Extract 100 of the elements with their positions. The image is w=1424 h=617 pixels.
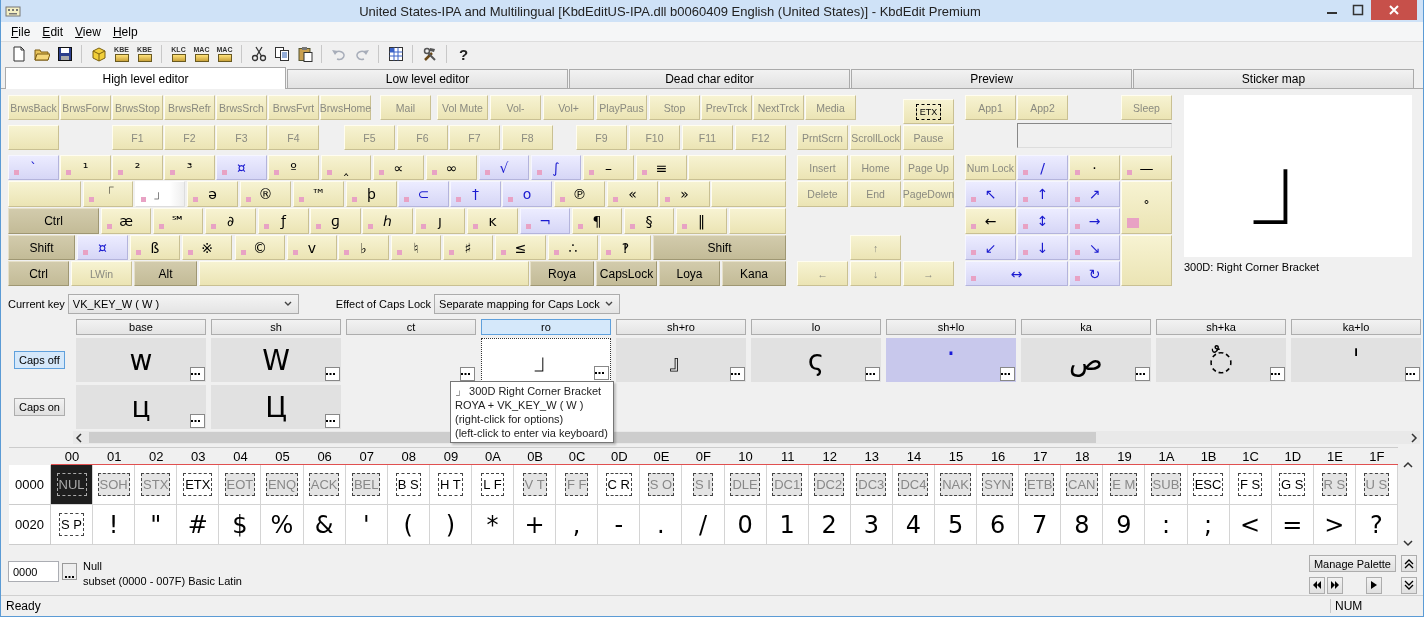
key[interactable]: → [1069,208,1120,234]
modifier-key[interactable]: Alt [134,261,197,286]
char-cell[interactable]: 8 [1061,505,1104,545]
key[interactable]: ※ [182,235,232,260]
char-cell[interactable]: + [514,505,557,545]
key[interactable]: 」 [135,181,185,207]
modifier-key[interactable]: Loya [659,261,720,286]
key[interactable]: / [1017,155,1068,180]
key[interactable]: ¤ [216,155,267,180]
key[interactable]: ↻ [1069,261,1120,286]
char-cell[interactable]: 7 [1019,505,1062,545]
key[interactable]: ETX [903,99,954,124]
key[interactable]: ♯ [443,235,493,260]
key[interactable]: — [1121,155,1172,180]
key[interactable]: ¶ [572,208,622,234]
key[interactable]: – [583,155,634,180]
modifier-key[interactable]: Kana [722,261,786,286]
key[interactable]: o [502,181,552,207]
key[interactable]: √ [479,155,529,180]
mapping-cell[interactable]: ص [1021,338,1151,382]
key[interactable]: ĸ [467,208,518,234]
mapping-cell[interactable]: ς [751,338,881,382]
key[interactable]: æ [101,208,151,234]
char-cell[interactable]: C R [598,465,641,505]
column-header[interactable]: ro [481,319,611,335]
key[interactable]: ˚ [1121,181,1172,234]
key[interactable]: § [624,208,674,234]
char-cell[interactable]: ! [93,505,136,545]
key[interactable]: ∫ [531,155,581,180]
char-cell[interactable]: 6 [977,505,1020,545]
key[interactable]: ♮ [391,235,441,260]
char-cell[interactable]: 1 [766,505,809,545]
char-cell[interactable]: , [556,505,599,545]
tab[interactable]: Low level editor [287,69,568,88]
key[interactable]: ∂ [205,208,256,234]
key[interactable]: ∝ [373,155,424,180]
char-cell[interactable]: 4 [892,505,935,545]
input-field[interactable]: 0000 [8,561,59,582]
tab[interactable]: Sticker map [1133,69,1414,88]
menu-item[interactable]: Edit [36,24,70,39]
char-cell[interactable]: 0 [724,505,767,545]
key[interactable]: ¹ [60,155,111,180]
tab[interactable]: High level editor [5,67,286,89]
key[interactable]: ȷ [415,208,465,234]
char-cell[interactable]: ; [1187,505,1230,545]
column-header[interactable]: ct [346,319,476,335]
char-cell[interactable]: 9 [1103,505,1146,545]
key[interactable]: ↕ [1017,208,1068,234]
manage-palette-button[interactable]: Manage Palette [1308,555,1396,572]
mapping-cell[interactable]: ˈ [1291,338,1421,382]
char-cell[interactable]: L F [471,465,515,505]
column-header[interactable]: sh [211,319,341,335]
key[interactable]: ‸ [321,155,371,180]
modifier-key[interactable]: Shift [653,235,786,260]
modifier-key[interactable]: CapsLock [596,261,657,286]
mapping-cell[interactable]: 」 [481,338,611,382]
modifier-key[interactable]: Shift [8,235,75,260]
key[interactable]: ↙ [965,235,1016,260]
key[interactable]: ƒ [258,208,309,234]
key[interactable]: ‽ [600,235,651,260]
key[interactable]: © [235,235,285,260]
dropdown[interactable]: Separate mapping for Caps Lock [434,294,621,314]
key[interactable]: · [1069,155,1120,180]
menu-item[interactable]: Help [106,24,144,39]
key[interactable]: ↖ [965,181,1016,207]
key[interactable]: ™ [293,181,344,207]
key[interactable]: ℗ [554,181,605,207]
char-cell[interactable]: # [177,505,220,545]
char-cell[interactable]: ESC [1187,465,1230,505]
tab[interactable]: Dead char editor [569,69,850,88]
key[interactable]: ℠ [153,208,203,234]
char-cell[interactable]: . [640,505,683,545]
char-cell[interactable]: & [303,505,346,545]
key[interactable]: ↔ [965,261,1068,286]
char-cell[interactable]: ( [387,505,430,545]
mapping-cell[interactable]: w [76,338,206,382]
char-cell[interactable]: = [1271,505,1314,545]
column-header[interactable]: ka [1021,319,1151,335]
column-header[interactable]: sh+ro [616,319,746,335]
key[interactable]: ` [8,155,59,180]
char-cell[interactable]: B S [387,465,430,505]
key[interactable]: ¤ [77,235,128,260]
column-header[interactable]: base [76,319,206,335]
char-cell[interactable]: ? [1355,505,1398,545]
key[interactable]: ∞ [426,155,477,180]
char-cell[interactable]: : [1145,505,1188,545]
mapping-cell[interactable]: Ц [211,385,341,429]
char-cell[interactable]: H T [429,465,472,505]
char-cell[interactable]: < [1229,505,1272,545]
key[interactable]: ← [965,208,1016,234]
char-cell[interactable]: G S [1271,465,1314,505]
help-button[interactable]: ? [452,43,475,65]
column-header[interactable]: sh+lo [886,319,1016,335]
key[interactable]: ‖ [676,208,727,234]
key[interactable]: ə [187,181,238,207]
key[interactable]: º [268,155,319,180]
char-cell[interactable]: 2 [808,505,851,545]
caps-state-button[interactable]: Caps on [14,398,65,416]
key[interactable]: « [607,181,658,207]
char-cell[interactable]: 3 [850,505,893,545]
